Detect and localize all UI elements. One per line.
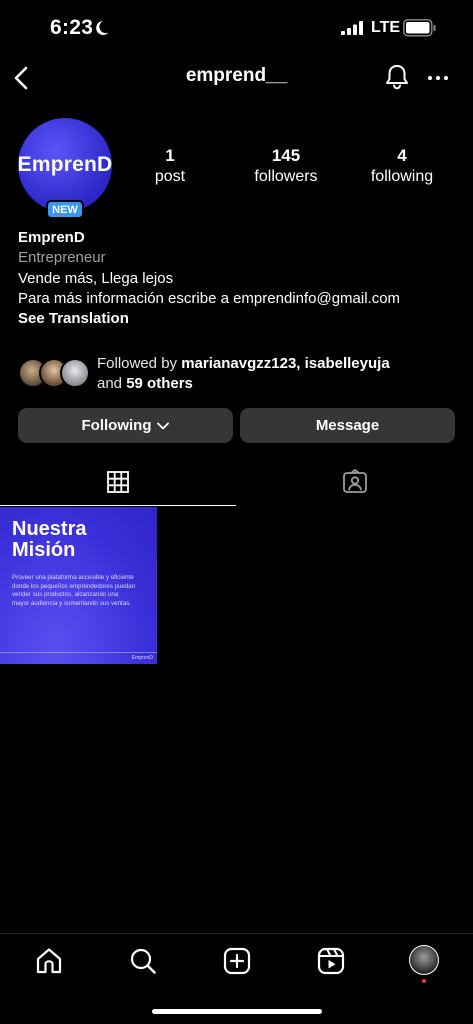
post-title-line: Nuestra [12,518,87,540]
network-type: LTE [371,19,401,36]
home-icon[interactable] [34,946,64,976]
bell-icon[interactable] [383,63,411,91]
profile-avatar-nav[interactable] [409,945,439,975]
posts-stat[interactable]: 1 post [140,146,200,186]
bio-category[interactable]: Entrepreneur [18,248,458,268]
see-translation-link[interactable]: See Translation [18,309,458,329]
tab-tagged[interactable] [236,458,473,506]
message-button-label: Message [315,417,380,434]
profile-avatar[interactable]: EmprenD [18,118,112,212]
tagged-icon [342,469,367,493]
followers-label: followers [254,168,318,185]
followers-count: 145 [271,146,301,165]
message-button[interactable]: Message [240,408,455,443]
home-indicator[interactable] [152,1009,322,1014]
post-body-text: Proveer una plataforma accesible y efici… [12,574,136,607]
followed-by-prefix: Followed by [97,355,182,372]
followers-stat[interactable]: 145 followers [236,146,336,186]
create-icon[interactable] [222,946,252,976]
following-stat[interactable]: 4 following [352,146,452,186]
top-nav: emprend__ [0,56,473,100]
posts-label: post [154,168,186,185]
bio-line: Vende más, Llega lejos [18,269,174,287]
reels-icon[interactable] [316,946,346,976]
moon-icon [96,21,109,35]
post-divider [0,652,157,653]
followed-by-text: Followed by marianavgzz123, isabelleyuja… [97,354,390,394]
status-bar: 6:23 LTE [0,0,473,56]
followed-by-row[interactable]: Followed by marianavgzz123, isabelleyuja… [18,353,458,395]
following-button[interactable]: Following [18,408,233,443]
avatar [60,358,90,388]
profile-bio: EmprenD Entrepreneur Vende más, Llega le… [18,228,458,329]
signal-icon [341,21,363,35]
post-title: Nuestra Misión [12,519,86,561]
post-brand: EmprenD [131,655,153,661]
new-badge: NEW [46,200,84,219]
bio-contact-line: Para más información escribe a emprendin… [18,289,401,307]
followed-by-users: marianavgzz123, isabelleyuja [181,355,390,372]
profile-tabs [0,458,473,506]
search-icon[interactable] [128,946,158,976]
followed-by-others: 59 others [126,375,193,392]
mutual-avatars [18,358,92,390]
grid-icon [107,470,129,493]
status-time: 6:23 [50,16,94,39]
battery-icon [403,19,436,37]
following-button-label: Following [81,417,152,434]
notification-dot [422,979,426,983]
avatar-logo-text: EmprenD [17,153,113,176]
bio-name: EmprenD [18,229,85,246]
more-icon[interactable] [426,68,450,88]
posts-count: 1 [165,146,175,165]
followed-by-and: and [97,375,127,392]
following-count: 4 [397,146,407,165]
following-label: following [370,168,434,185]
chevron-down-icon [157,422,170,429]
post-thumbnail[interactable]: Nuestra Misión Proveer una plataforma ac… [0,507,157,664]
tab-posts-grid[interactable] [0,458,236,506]
post-title-line: Misión [12,539,76,561]
